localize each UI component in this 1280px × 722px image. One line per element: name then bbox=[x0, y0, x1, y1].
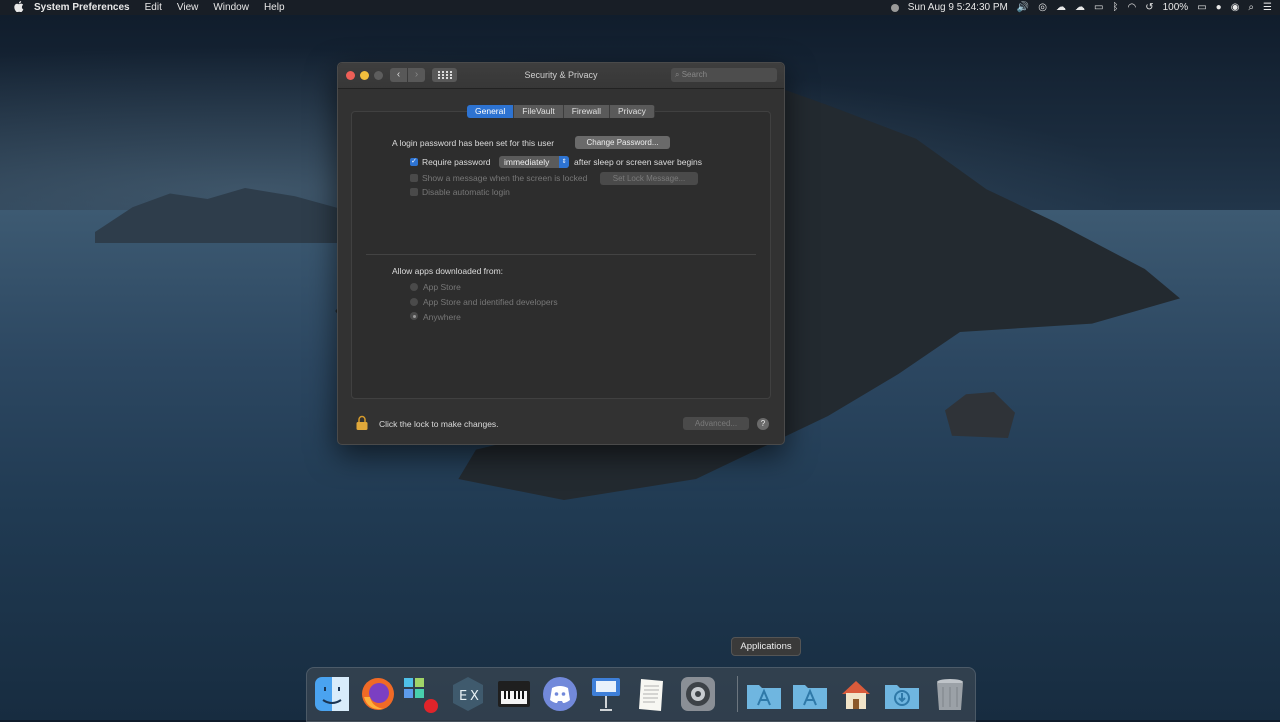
allow-apps-heading: Allow apps downloaded from: bbox=[392, 266, 504, 276]
battery-percent[interactable]: 100% bbox=[1163, 2, 1189, 13]
textedit-icon[interactable] bbox=[633, 675, 671, 713]
radio-app-store[interactable] bbox=[410, 283, 418, 291]
ex-icon[interactable]: E X bbox=[449, 675, 487, 713]
login-password-text: A login password has been set for this u… bbox=[392, 138, 555, 148]
menu-help[interactable]: Help bbox=[264, 2, 285, 13]
title-bar[interactable]: ‹ › Security & Privacy ⌕ Search bbox=[338, 63, 784, 89]
menu-edit[interactable]: Edit bbox=[145, 2, 162, 13]
chevron-updown-icon: ⇕ bbox=[559, 156, 569, 168]
help-button[interactable]: ? bbox=[757, 418, 769, 430]
show-message-checkbox[interactable] bbox=[410, 174, 418, 182]
advanced-button[interactable]: Advanced... bbox=[683, 417, 749, 430]
change-password-button[interactable]: Change Password... bbox=[575, 136, 670, 149]
menu-bar: System Preferences Edit View Window Help… bbox=[0, 0, 1280, 15]
control-menu-icon[interactable]: ☰ bbox=[1263, 2, 1272, 13]
tab-general[interactable]: General bbox=[467, 105, 515, 118]
show-message-label: Show a message when the screen is locked bbox=[422, 173, 588, 183]
cloud-upload-icon[interactable]: ☁ bbox=[1075, 2, 1085, 13]
record-status-icon[interactable] bbox=[890, 3, 899, 12]
menu-window[interactable]: Window bbox=[213, 2, 249, 13]
radio-anywhere-label: Anywhere bbox=[423, 312, 461, 322]
search-icon: ⌕ bbox=[675, 70, 680, 79]
radio-identified-developers[interactable] bbox=[410, 298, 418, 306]
disable-auto-login-checkbox[interactable] bbox=[410, 188, 418, 196]
siri-icon[interactable]: ◉ bbox=[1231, 2, 1240, 13]
applications-folder-icon[interactable] bbox=[745, 675, 783, 713]
search-field[interactable]: ⌕ Search bbox=[671, 68, 777, 82]
dock: E X bbox=[306, 667, 976, 722]
clock[interactable]: Sun Aug 9 5:24:30 PM bbox=[908, 2, 1008, 13]
lock-status-text: Click the lock to make changes. bbox=[379, 419, 499, 429]
keynote-icon[interactable] bbox=[587, 675, 625, 713]
keyboard-icon[interactable] bbox=[495, 675, 533, 713]
set-lock-message-button[interactable]: Set Lock Message... bbox=[600, 172, 698, 185]
menu-app-name[interactable]: System Preferences bbox=[34, 2, 130, 13]
cloud-icon[interactable]: ☁ bbox=[1056, 2, 1066, 13]
menu-view[interactable]: View bbox=[177, 2, 199, 13]
wifi-icon[interactable]: ◠ bbox=[1127, 2, 1136, 13]
discord-icon[interactable] bbox=[541, 675, 579, 713]
spotlight-search-icon[interactable]: ⌕ bbox=[1248, 2, 1254, 13]
tab-bar: General FileVault Firewall Privacy bbox=[467, 105, 655, 118]
firefox-icon[interactable] bbox=[359, 675, 397, 713]
bluetooth-icon[interactable]: ᛒ bbox=[1112, 2, 1118, 13]
radio-anywhere[interactable] bbox=[410, 312, 418, 320]
trash-icon[interactable] bbox=[931, 675, 969, 713]
disable-auto-login-label: Disable automatic login bbox=[422, 187, 510, 197]
windows-grid-icon[interactable] bbox=[401, 675, 439, 713]
radio-app-store-label: App Store bbox=[423, 282, 461, 292]
status-area: Sun Aug 9 5:24:30 PM 🔊 ◎ ☁ ☁ ▭ ᛒ ◠ ↺ 100… bbox=[890, 0, 1272, 15]
tab-filevault[interactable]: FileVault bbox=[514, 105, 564, 118]
security-privacy-window: ‹ › Security & Privacy ⌕ Search General … bbox=[337, 62, 785, 445]
finder-icon[interactable] bbox=[313, 675, 351, 713]
applications-folder-icon[interactable] bbox=[791, 675, 829, 713]
tab-privacy[interactable]: Privacy bbox=[609, 105, 655, 118]
radio-identified-developers-label: App Store and identified developers bbox=[423, 297, 558, 307]
time-machine-icon[interactable]: ↺ bbox=[1145, 2, 1153, 13]
svg-text:E: E bbox=[459, 689, 467, 704]
search-placeholder: Search bbox=[681, 70, 708, 79]
svg-text:X: X bbox=[470, 689, 479, 704]
volume-icon[interactable]: 🔊 bbox=[1017, 2, 1029, 13]
user-icon[interactable]: ● bbox=[1216, 2, 1222, 13]
general-panel bbox=[351, 111, 771, 399]
home-icon[interactable] bbox=[837, 675, 875, 713]
dock-separator bbox=[737, 676, 738, 712]
downloads-folder-icon[interactable] bbox=[883, 675, 921, 713]
require-password-checkbox[interactable]: ✓ bbox=[410, 158, 418, 166]
tab-firewall[interactable]: Firewall bbox=[563, 105, 610, 118]
gear-icon[interactable] bbox=[679, 675, 717, 713]
display-icon[interactable]: ▭ bbox=[1094, 2, 1103, 13]
after-sleep-text: after sleep or screen saver begins bbox=[574, 157, 703, 167]
require-password-label: Require password bbox=[422, 157, 491, 167]
lock-icon[interactable] bbox=[356, 415, 368, 430]
battery-icon[interactable]: ▭ bbox=[1197, 2, 1206, 13]
pocket-icon[interactable]: ◎ bbox=[1038, 2, 1047, 13]
section-divider bbox=[366, 254, 756, 255]
require-password-value: immediately bbox=[504, 157, 550, 167]
apple-menu-icon[interactable] bbox=[12, 0, 26, 15]
require-password-select[interactable]: immediately ⇕ bbox=[499, 156, 569, 168]
dock-tooltip: Applications bbox=[731, 637, 801, 656]
